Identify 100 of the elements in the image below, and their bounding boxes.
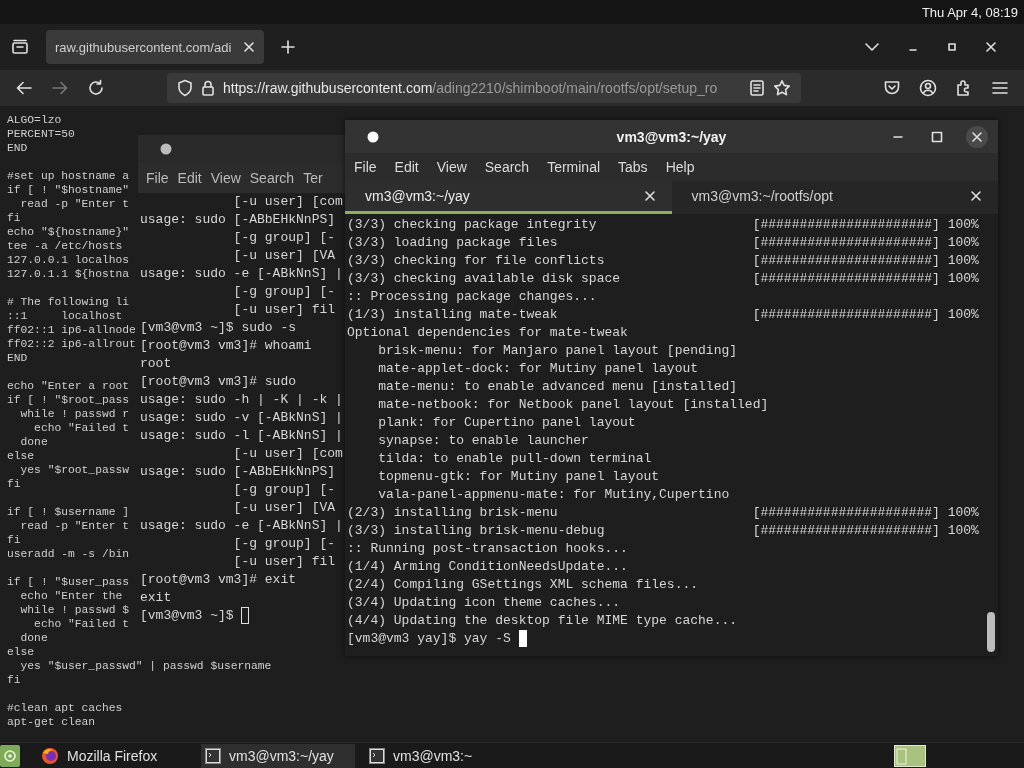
window-title: vm3@vm3:~/yay — [616, 128, 727, 145]
window-menu-icon[interactable] — [159, 142, 173, 156]
code-line: if [ ! "$user_pass — [7, 575, 130, 589]
progress-text: [######################] — [752, 504, 940, 522]
code-line: ::1 localhost — [7, 309, 123, 323]
menu-item[interactable]: Help — [664, 159, 702, 175]
terminal-line: [-g group] [- — [232, 229, 336, 247]
clock[interactable]: Thu Apr 4, 08:19 — [921, 4, 1018, 20]
percent-text: 100% — [947, 306, 979, 324]
code-line: if [ ! $username ] — [7, 505, 130, 519]
close-icon[interactable] — [970, 190, 982, 202]
code-line: done — [19, 631, 48, 645]
window-menu-icon[interactable] — [366, 129, 380, 144]
start-menu-icon[interactable] — [0, 744, 20, 767]
terminal-line: (3/4) Updating icon theme caches... — [347, 594, 621, 612]
taskbar-button[interactable]: Mozilla Firefox — [37, 743, 191, 768]
terminal-line: brisk-menu: for Manjaro panel layout [pending] — [377, 342, 738, 360]
taskbar-button[interactable]: vm3@vm3:~/yay — [201, 743, 355, 768]
terminal-line: usage: sudo -h | -K | -k | — [140, 391, 343, 409]
percent-text: 100% — [947, 522, 979, 540]
menu-item[interactable]: View — [209, 170, 246, 186]
terminal-line: [-g group] [- — [232, 283, 336, 301]
percent-text: 100% — [947, 504, 979, 522]
progress-text: [######################] — [752, 270, 940, 288]
terminal-line: Optional dependencies for mate-tweak — [347, 324, 628, 342]
taskbar-button[interactable]: vm3@vm3:~ — [365, 743, 519, 768]
terminal-line: :: Running post-transaction hooks... — [347, 540, 628, 558]
code-line: if [ ! "$root_pass — [7, 393, 130, 407]
close-icon[interactable] — [965, 124, 989, 149]
menu-item[interactable]: Ter — [302, 170, 328, 186]
code-line: tee -a /etc/hosts — [7, 239, 123, 253]
terminal-line: [vm3@vm3 yay]$ yay -S — [347, 630, 511, 648]
code-line: 127.0.0.1 localhos — [7, 253, 130, 267]
code-line: fi — [7, 211, 21, 225]
shield-icon[interactable] — [177, 79, 193, 97]
terminal-line: [-u user] fil — [232, 301, 336, 319]
account-icon[interactable] — [919, 79, 937, 97]
menu-item[interactable]: File — [145, 170, 174, 186]
code-line: #clean apt caches — [7, 701, 123, 715]
terminal-line: (3/3) checking for file conflicts — [347, 252, 606, 270]
tab-list-icon[interactable] — [11, 39, 29, 55]
code-line: yes "$user_passwd" | passwd $username — [19, 659, 272, 673]
lock-icon[interactable] — [201, 79, 215, 97]
code-line: fi — [7, 477, 21, 491]
terminal-line: [-g group] [- — [232, 481, 336, 499]
terminal-line: [-u user] [com — [232, 193, 343, 211]
terminal-line: mate-menu: to enable advanced menu [installed] — [377, 378, 738, 396]
close-icon[interactable] — [243, 41, 255, 53]
progress-text: [######################] — [752, 216, 940, 234]
terminal-line: (1/4) Arming ConditionNeedsUpdate... — [347, 558, 628, 576]
menu-item[interactable]: Terminal — [546, 159, 608, 175]
menu-item[interactable]: File — [353, 159, 384, 175]
star-icon[interactable] — [773, 79, 791, 97]
close-icon[interactable] — [985, 41, 997, 53]
terminal-line: exit — [140, 589, 172, 607]
workspace-switcher-icon[interactable] — [894, 744, 926, 767]
progress-text: [######################] — [752, 522, 940, 540]
terminal-tab[interactable]: vm3@vm3:~/rootfs/opt — [671, 181, 998, 214]
code-line: END — [7, 141, 28, 155]
reload-icon[interactable] — [87, 79, 105, 97]
browser-tab[interactable]: raw.githubusercontent.com/adi — [46, 30, 264, 64]
chevron-down-icon[interactable] — [864, 42, 880, 52]
code-line: else — [7, 645, 35, 659]
code-line: read -p "Enter t — [19, 197, 130, 211]
terminal-line: (3/3) checking available disk space — [347, 270, 622, 288]
code-line: echo "Enter a root — [7, 379, 130, 393]
terminal-line: usage: sudo -v [-ABkNnS] | — [140, 409, 343, 427]
menu-item[interactable]: View — [435, 159, 474, 175]
pocket-icon[interactable] — [883, 79, 901, 97]
menu-item[interactable]: Edit — [393, 159, 426, 175]
code-line: done — [19, 435, 48, 449]
code-line: PERCENT=50 — [7, 127, 75, 141]
terminal-line: tilda: to enable pull-down terminal — [377, 450, 652, 468]
reader-view-icon[interactable] — [749, 79, 765, 97]
code-line: #set up hostname a — [7, 169, 130, 183]
back-icon[interactable] — [15, 80, 33, 96]
menu-item[interactable]: Tabs — [617, 159, 655, 175]
code-line: read -p "Enter t — [19, 519, 130, 533]
terminal-line: usage: sudo [-ABbEHkNnPS] — [140, 463, 336, 481]
menu-item[interactable]: Search — [483, 159, 537, 175]
maximize-icon[interactable] — [946, 41, 958, 53]
menu-icon[interactable] — [991, 79, 1009, 97]
terminal-line: [root@vm3 vm3]# sudo — [140, 373, 297, 391]
terminal-line: [-g group] [- — [232, 535, 336, 553]
terminal-tab[interactable]: vm3@vm3:~/yay — [345, 181, 672, 214]
terminal-line: (2/3) installing brisk-menu — [347, 504, 559, 522]
address-field[interactable]: https://raw.githubusercontent.com/ading2210/shimboot/main/rootfs/opt/setup_ro — [167, 73, 801, 103]
percent-text: 100% — [947, 234, 979, 252]
menu-item[interactable]: Edit — [176, 170, 207, 186]
close-icon[interactable] — [643, 190, 656, 202]
code-line: fi — [7, 533, 21, 547]
code-line: # The following li — [7, 295, 130, 309]
terminal-line: :: Processing package changes... — [347, 288, 597, 306]
new-tab-icon[interactable] — [281, 40, 295, 54]
terminal-line: [root@vm3 vm3]# whoami — [140, 337, 312, 355]
menu-item[interactable]: Search — [248, 170, 300, 186]
terminal-line: usage: sudo -l [-ABkNnS] | — [140, 427, 343, 445]
terminal-line: mate-netbook: for Netbook panel layout [installed] — [377, 396, 769, 414]
code-line: echo "Failed t — [33, 421, 130, 435]
scrollbar-thumb[interactable] — [987, 612, 995, 652]
